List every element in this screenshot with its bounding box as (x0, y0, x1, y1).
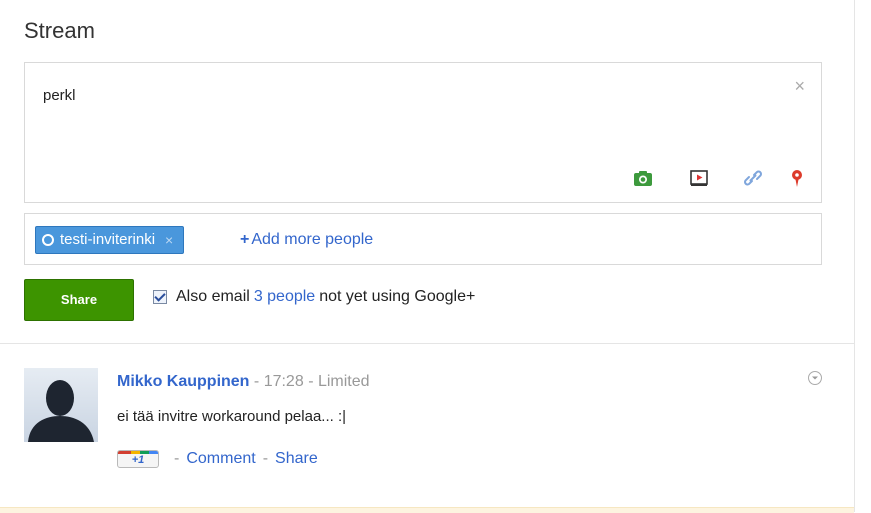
chip-label: testi-inviterinki (60, 231, 156, 248)
meta-separator: - (308, 373, 314, 390)
action-separator: - (174, 450, 180, 467)
post-menu-icon[interactable] (807, 370, 823, 386)
comment-link[interactable]: Comment (186, 450, 255, 468)
close-icon[interactable]: × (794, 77, 805, 95)
circle-chip[interactable]: testi-inviterinki × (35, 226, 185, 254)
remove-chip-icon[interactable]: × (165, 227, 173, 253)
action-separator: - (262, 450, 269, 467)
recipients-box[interactable]: testi-inviterinki × + Add more people (24, 213, 822, 265)
email-checkbox[interactable] (153, 290, 167, 304)
author-name[interactable]: Mikko Kauppinen (117, 373, 249, 390)
divider (0, 343, 854, 344)
email-suffix: not yet using Google+ (319, 288, 476, 305)
post-header: Mikko Kauppinen - 17:28 - Limited (117, 373, 370, 391)
composer-text[interactable]: perkl (43, 87, 76, 104)
share-button[interactable]: Share (24, 279, 134, 321)
post-composer[interactable]: perkl × (24, 62, 822, 203)
link-icon[interactable] (743, 168, 763, 188)
email-option: Also email 3 people not yet using Google… (153, 288, 475, 306)
circle-icon (42, 234, 54, 246)
post-text: ei tää invitre workaround pelaa... :| (117, 408, 347, 425)
plus-one-color-bar (118, 451, 158, 454)
bottom-border (0, 507, 854, 513)
video-icon[interactable] (689, 168, 709, 188)
share-link[interactable]: Share (275, 450, 318, 468)
stream-title: Stream (24, 18, 95, 43)
plus-one-label: +1 (131, 454, 145, 466)
photo-icon[interactable] (633, 168, 653, 188)
add-more-people-link[interactable]: + Add more people (240, 231, 373, 249)
right-border (854, 0, 855, 512)
post-visibility[interactable]: Limited (318, 373, 370, 390)
people-link[interactable]: 3 people (254, 288, 315, 306)
avatar[interactable] (24, 368, 98, 442)
email-prefix: Also email (176, 288, 250, 305)
add-more-people-label: Add more people (251, 231, 374, 248)
post-time[interactable]: 17:28 (264, 373, 304, 390)
location-icon[interactable] (787, 168, 807, 188)
plus-icon: + (240, 231, 250, 248)
plus-one-button[interactable]: +1 (117, 450, 159, 468)
post-actions: +1 - Comment - Share (117, 450, 318, 468)
